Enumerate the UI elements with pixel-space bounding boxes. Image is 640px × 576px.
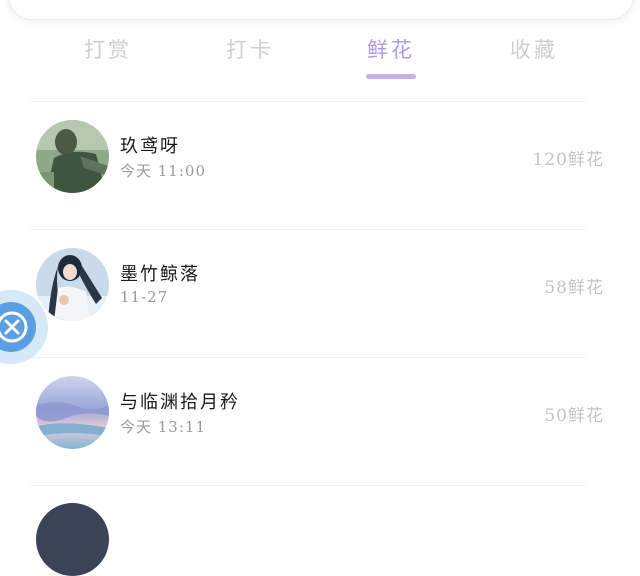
- list-item[interactable]: 与临渊拾月矜 今天 13:11 50鲜花: [0, 358, 640, 458]
- avatar[interactable]: [36, 376, 109, 449]
- user-name: 玖鸢呀: [120, 136, 180, 157]
- tab-reward[interactable]: 打赏: [58, 34, 158, 64]
- avatar[interactable]: [36, 503, 109, 576]
- avatar-girl-blue-icon: [36, 248, 109, 321]
- timestamp: 11-27: [120, 288, 169, 306]
- list-item[interactable]: 墨竹鲸落 11-27 58鲜花: [0, 230, 640, 330]
- active-tab-indicator: [366, 74, 416, 79]
- avatar[interactable]: [36, 120, 109, 193]
- flower-count: 120鲜花: [532, 150, 604, 170]
- user-name: 墨竹鲸落: [120, 264, 200, 285]
- avatar-dark-icon: [36, 503, 109, 576]
- tab-favorites[interactable]: 收藏: [484, 34, 584, 64]
- timestamp: 今天 11:00: [120, 162, 206, 180]
- avatar-person-green-icon: [36, 120, 109, 193]
- avatar[interactable]: [36, 248, 109, 321]
- tab-flowers[interactable]: 鲜花: [341, 34, 441, 64]
- flower-count: 50鲜花: [544, 406, 604, 426]
- close-icon: [0, 311, 28, 343]
- list-item[interactable]: 玖鸢呀 今天 11:00 120鲜花: [0, 102, 640, 202]
- flower-count: 58鲜花: [544, 278, 604, 298]
- divider: [30, 485, 586, 486]
- timestamp: 今天 13:11: [120, 418, 206, 436]
- tab-bar: 打赏 打卡 鲜花 收藏: [0, 30, 640, 82]
- avatar-sky-landscape-icon: [36, 376, 109, 449]
- tab-checkin[interactable]: 打卡: [200, 34, 300, 64]
- user-name: 与临渊拾月矜: [120, 392, 240, 413]
- top-card: [8, 0, 634, 20]
